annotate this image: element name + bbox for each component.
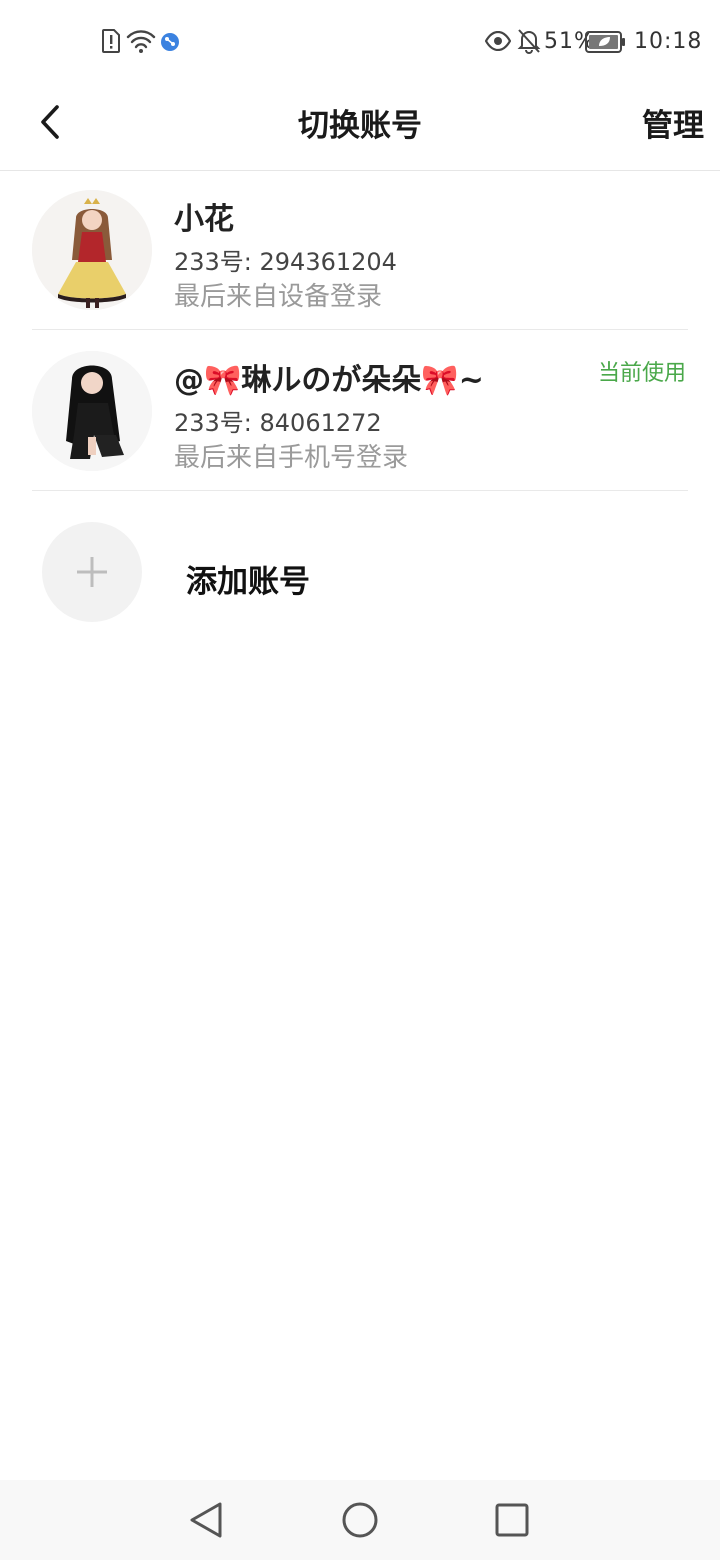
avatar-figure-2 <box>32 351 152 471</box>
account-login-source: 最后来自手机号登录 <box>174 443 409 473</box>
account-row[interactable]: @🎀琳ルのが朵朵🎀~ 当前使用 233号: 84061272 最后来自手机号登录 <box>0 331 720 491</box>
status-bar: 51% 10:18 <box>0 0 720 84</box>
avatar <box>32 351 152 471</box>
plus-icon <box>77 557 107 587</box>
divider <box>32 490 688 491</box>
network-app-icon <box>161 33 179 51</box>
screen: 51% 10:18 切换账号 管理 小花 233号: 294361204 最后来… <box>0 0 720 1560</box>
account-name: @🎀琳ルのが朵朵🎀~ <box>174 363 484 398</box>
divider <box>32 329 688 330</box>
avatar <box>32 190 152 310</box>
bell-off-icon <box>517 29 541 54</box>
nav-home-icon <box>342 1502 378 1538</box>
manage-button[interactable]: 管理 <box>642 100 704 145</box>
battery-icon <box>585 31 625 53</box>
header: 切换账号 管理 <box>0 84 720 171</box>
account-id: 233号: 294361204 <box>174 248 397 276</box>
account-row[interactable]: 小花 233号: 294361204 最后来自设备登录 <box>0 170 720 330</box>
nav-recents-button[interactable] <box>490 1498 534 1542</box>
add-account-row[interactable]: 添加账号 <box>0 506 720 636</box>
chevron-left-icon <box>41 105 59 139</box>
eye-icon <box>485 31 511 51</box>
account-name: 小花 <box>174 202 234 237</box>
avatar-figure-1 <box>32 190 152 310</box>
account-id: 233号: 84061272 <box>174 409 382 437</box>
account-login-source: 最后来自设备登录 <box>174 282 383 312</box>
current-account-badge: 当前使用 <box>597 361 686 386</box>
wifi-icon <box>126 30 156 53</box>
clock: 10:18 <box>634 29 703 54</box>
back-button[interactable] <box>26 98 74 146</box>
nav-back-icon <box>190 1502 222 1538</box>
page-title: 切换账号 <box>298 108 422 144</box>
nav-home-button[interactable] <box>338 1498 382 1542</box>
add-account-label: 添加账号 <box>186 564 310 600</box>
navigation-bar <box>0 1480 720 1560</box>
add-account-button[interactable] <box>42 522 142 622</box>
nav-back-button[interactable] <box>184 1498 228 1542</box>
sim-alert-icon <box>102 29 120 53</box>
nav-recents-icon <box>495 1503 529 1537</box>
